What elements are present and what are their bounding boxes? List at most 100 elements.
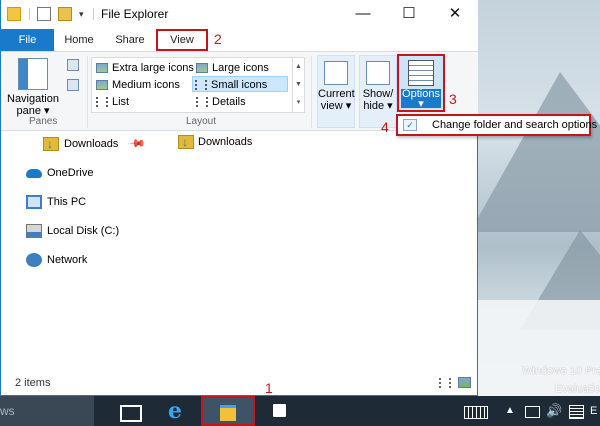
navigation-pane-button[interactable]: Navigation pane ▾ — [7, 58, 59, 117]
show-hide-button[interactable]: Show/ hide ▾ — [359, 55, 397, 128]
layout-gallery: Extra large icons Large icons Medium ico… — [91, 57, 305, 113]
folder-options-icon: ✓ — [403, 119, 417, 131]
current-view-button[interactable]: Current view ▾ — [317, 55, 355, 128]
change-folder-and-search-options-item[interactable]: Change folder and search options — [432, 119, 597, 131]
divider — [93, 8, 94, 20]
extra-large-icons-icon — [96, 63, 108, 73]
details-view-icon[interactable] — [439, 378, 451, 388]
action-center-icon[interactable] — [568, 396, 584, 426]
tab-file[interactable]: File — [1, 29, 54, 51]
properties-icon[interactable] — [37, 7, 51, 21]
layout-option-large-icons[interactable]: Large icons — [194, 60, 269, 76]
divider — [311, 56, 312, 128]
nav-item-onedrive[interactable]: OneDrive — [26, 164, 93, 182]
downloads-icon — [178, 133, 194, 151]
tab-home[interactable]: Home — [54, 29, 104, 51]
options-button[interactable]: Options ▾ — [397, 54, 445, 112]
tab-view[interactable]: View — [156, 29, 208, 51]
medium-icons-icon — [96, 80, 108, 90]
onedrive-icon — [26, 169, 42, 178]
minimize-button[interactable]: — — [340, 0, 386, 29]
layout-option-small-icons[interactable]: Small icons — [192, 76, 288, 92]
volume-icon[interactable]: 🔊 — [546, 396, 562, 426]
search-box[interactable]: ws — [0, 396, 94, 426]
options-dropdown-trigger[interactable]: Options ▾ — [401, 88, 441, 110]
new-folder-icon[interactable] — [58, 7, 72, 21]
options-label: Options — [402, 88, 440, 100]
file-explorer-taskbar-icon[interactable] — [201, 396, 255, 426]
show-hide-icon — [366, 61, 390, 85]
watermark-line1: Windows 10 Pro — [522, 365, 600, 377]
navigation-pane-icon — [18, 58, 48, 90]
current-view-icon — [324, 61, 348, 85]
network-icon — [26, 253, 42, 267]
layout-option-details[interactable]: Details — [194, 94, 246, 110]
navigation-pane-label: Navigation pane ▾ — [7, 93, 59, 117]
nav-item-label: This PC — [47, 196, 87, 208]
network-status-icon[interactable] — [524, 396, 540, 426]
watermark-line2: Evaluation — [555, 383, 600, 395]
current-view-label: Current view — [318, 88, 355, 112]
layout-option-list[interactable]: List — [94, 94, 129, 110]
scroll-up-icon[interactable]: ▲ — [293, 58, 304, 76]
divider — [29, 8, 30, 20]
keyboard-icon[interactable] — [462, 396, 488, 426]
local-disk-icon — [26, 224, 42, 238]
item-count: 2 items — [15, 377, 51, 389]
layout-option-extra-large-icons[interactable]: Extra large icons — [94, 60, 194, 76]
ribbon-tab-bar: File Home Share View ↔ ? — [1, 29, 478, 75]
taskbar: ws e ▲ 🔊 E — [0, 396, 600, 426]
layout-option-medium-icons[interactable]: Medium icons — [94, 77, 180, 93]
nav-item-label: Network — [47, 254, 88, 266]
show-hidden-icons-icon[interactable]: ▲ — [505, 396, 515, 426]
window-title: File Explorer — [101, 7, 169, 21]
file-explorer-window: ▾ File Explorer — ☐ ✕ File Home Share Vi… — [0, 0, 478, 396]
nav-item-label: Downloads — [64, 138, 119, 150]
close-button[interactable]: ✕ — [432, 0, 478, 29]
this-pc-icon — [26, 195, 42, 209]
task-view-icon[interactable] — [116, 396, 144, 426]
list-item-label: Downloads — [198, 136, 253, 148]
mountain-shape — [470, 72, 600, 232]
callout-number: 4 — [381, 119, 389, 135]
layout-gallery-scroll[interactable]: ▲ ▼ ▾ — [292, 58, 304, 112]
callout-number: 3 — [449, 91, 457, 107]
title-bar: ▾ File Explorer — ☐ ✕ — [1, 0, 478, 29]
tab-share[interactable]: Share — [104, 29, 156, 51]
small-icons-icon — [195, 80, 207, 90]
more-icon[interactable]: ▾ — [293, 94, 304, 112]
callout-number: 2 — [214, 31, 222, 47]
file-list: Downloads — [151, 131, 478, 371]
large-icons-view-icon[interactable] — [458, 377, 471, 388]
maximize-button[interactable]: ☐ — [386, 0, 432, 29]
downloads-icon — [43, 135, 59, 153]
callout-number: 1 — [265, 380, 273, 396]
navigation-pane: Downloads 📌 OneDrive This PC Local Disk … — [1, 131, 151, 371]
pin-icon[interactable]: 📌 — [127, 134, 146, 153]
nav-item-label: OneDrive — [47, 167, 94, 179]
status-bar: 2 items — [1, 371, 478, 395]
divider — [87, 56, 88, 128]
group-label-panes: Panes — [29, 116, 58, 127]
customize-quick-access-chevron-icon[interactable]: ▾ — [79, 9, 84, 20]
options-dropdown-menu: ✓ Change folder and search options — [396, 114, 597, 136]
list-item[interactable]: Downloads — [178, 133, 252, 151]
large-icons-icon — [196, 63, 208, 73]
nav-item-local-disk[interactable]: Local Disk (C:) — [26, 222, 119, 240]
app-icon[interactable] — [7, 7, 21, 21]
nav-item-label: Local Disk (C:) — [47, 225, 120, 237]
internet-explorer-icon[interactable]: e — [160, 396, 190, 426]
store-icon[interactable] — [266, 396, 294, 426]
options-icon — [408, 60, 434, 86]
language-indicator[interactable]: E — [590, 396, 597, 426]
details-pane-icon[interactable] — [67, 79, 79, 91]
preview-pane-icon[interactable] — [67, 59, 79, 71]
details-icon — [196, 97, 208, 107]
nav-item-network[interactable]: Network — [26, 251, 87, 269]
group-label-layout: Layout — [186, 116, 217, 127]
nav-item-this-pc[interactable]: This PC — [26, 193, 86, 211]
list-icon — [96, 97, 108, 107]
scroll-down-icon[interactable]: ▼ — [293, 76, 304, 94]
nav-item-downloads[interactable]: Downloads — [43, 135, 118, 153]
show-hide-label: Show/ hide — [362, 88, 394, 112]
